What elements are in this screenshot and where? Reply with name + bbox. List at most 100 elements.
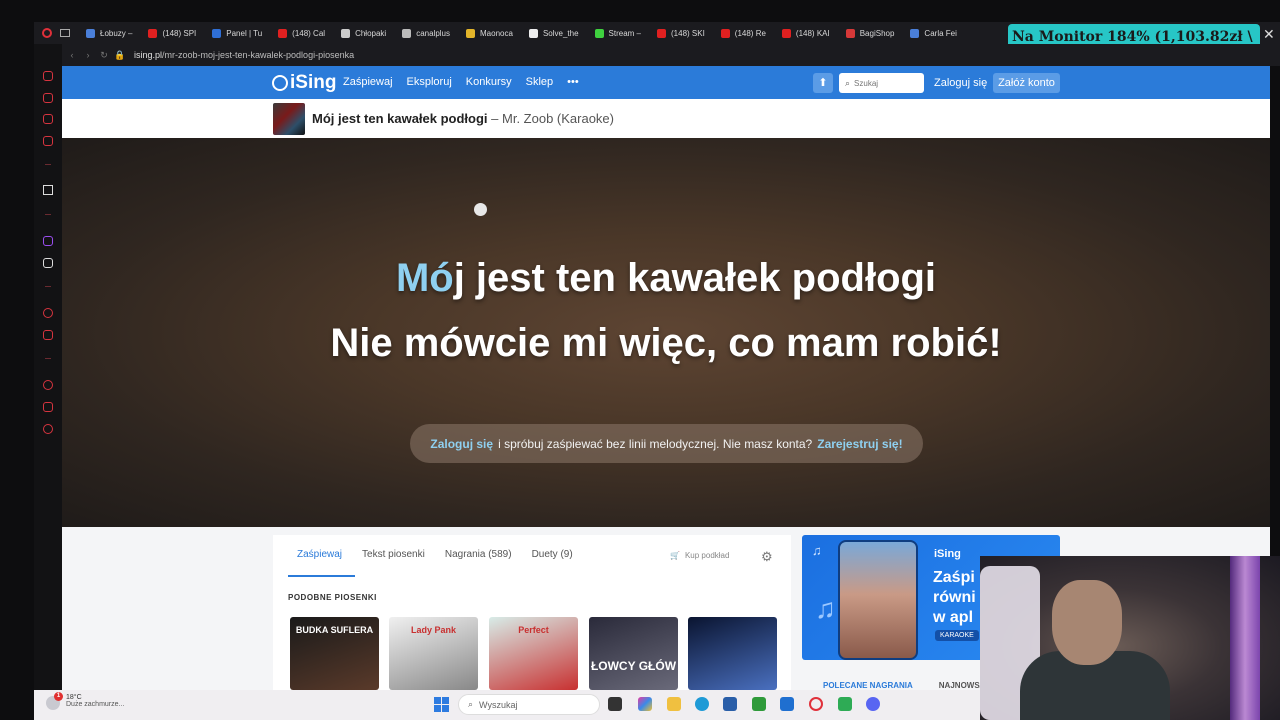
weather-icon: 1 (46, 692, 63, 710)
tab-sing[interactable]: Zaśpiewaj (297, 549, 342, 560)
taskbar-search-label: Wyszukaj (479, 699, 518, 710)
xbox-icon[interactable] (752, 697, 766, 711)
ad-logo: iSing (934, 548, 961, 560)
ad-headline: Zaśpi równi w apl (933, 569, 976, 626)
similar-song-cover[interactable] (688, 617, 777, 690)
nav-shop[interactable]: Sklep (526, 76, 554, 88)
reload-icon[interactable]: ↻ (96, 50, 112, 61)
url-path: /mr-zoob-moj-jest-ten-kawalek-podlogi-pi… (162, 50, 355, 60)
browser-tab[interactable]: (148) KAI (774, 22, 838, 44)
forward-icon[interactable]: › (80, 50, 96, 60)
similar-song-cover[interactable]: BUDKA SUFLERA (290, 617, 379, 690)
tab-recommended[interactable]: POLECANE NAGRANIA (823, 681, 913, 690)
player-icon[interactable] (43, 308, 53, 318)
song-bar (62, 99, 1270, 138)
cover-caption: BUDKA SUFLERA (295, 625, 374, 635)
messenger-icon[interactable] (43, 114, 53, 124)
nav-sing[interactable]: Zaśpiewaj (343, 76, 393, 88)
back-icon[interactable]: ‹ (64, 50, 80, 60)
wallet-icon[interactable] (43, 330, 53, 340)
url-host: ising.pl (134, 50, 163, 60)
tab-label: (148) Cal (292, 28, 326, 38)
store-icon[interactable] (723, 697, 737, 711)
browser-tab[interactable]: Łobuzy – (78, 22, 140, 44)
app-icon[interactable] (838, 697, 852, 711)
tab-favicon-icon (720, 28, 730, 38)
browser-tab[interactable]: (148) SPI (140, 22, 204, 44)
browser-tab[interactable]: Panel | Tu (204, 22, 270, 44)
tab-label: Panel | Tu (226, 28, 263, 38)
twitch-icon[interactable] (43, 236, 53, 246)
upload-icon[interactable]: ⬆ (813, 73, 833, 93)
search-input[interactable] (854, 78, 915, 88)
tab-lyrics[interactable]: Tekst piosenki (362, 549, 425, 560)
browser-tab[interactable]: (148) Re (713, 22, 774, 44)
similar-song-cover[interactable]: Lady Pank (389, 617, 478, 690)
tab-newest[interactable]: NAJNOWSZ (939, 681, 985, 690)
copilot-icon[interactable] (638, 697, 652, 711)
tab-favicon-icon (341, 28, 351, 38)
notification-badge: 1 (54, 692, 63, 701)
taskbar-search[interactable]: ⌕ Wyszukaj (458, 694, 600, 715)
gear-icon[interactable]: ⚙ (761, 549, 773, 565)
browser-tab[interactable]: Carla Fei (902, 22, 964, 44)
ising-logo[interactable]: iSing (272, 70, 336, 96)
nav-contests[interactable]: Konkursy (466, 76, 512, 88)
history-icon[interactable] (43, 71, 53, 81)
nav-explore[interactable]: Eksploruj (407, 76, 452, 88)
more-menu-icon[interactable]: ••• (567, 76, 579, 88)
login-link[interactable]: Zaloguj się (934, 77, 987, 89)
album-cover (273, 103, 305, 135)
search-box[interactable]: ⌕ (839, 73, 924, 93)
tab-label: Carla Fei (924, 28, 957, 38)
buy-track-label: Kup podkład (684, 551, 730, 560)
cover-caption: Perfect (518, 625, 549, 635)
buy-track-link[interactable]: 🛒 Kup podkład (670, 551, 729, 560)
lyric-line-next: Nie mówcie mi więc, co mam robić! (330, 321, 1002, 365)
opera-menu-icon[interactable] (34, 28, 78, 38)
browser-tab[interactable]: Chłopaki (333, 22, 394, 44)
x-icon[interactable] (43, 258, 53, 268)
tab-recordings[interactable]: Nagrania (589) (445, 549, 512, 560)
prompt-text: i spróbuj zaśpiewać bez linii melodyczne… (498, 436, 813, 451)
task-view-icon[interactable] (608, 697, 622, 711)
bag-icon[interactable] (43, 93, 53, 103)
aria-icon[interactable] (43, 185, 53, 195)
windows-start-icon[interactable] (434, 697, 449, 712)
tab-favicon-icon (528, 28, 538, 38)
browser-tab[interactable]: Maonoca (458, 22, 521, 44)
edge-icon[interactable] (695, 697, 709, 711)
similar-song-cover[interactable]: ŁOWCY GŁÓW (589, 617, 678, 690)
extensions-icon[interactable] (43, 402, 53, 412)
browser-tab[interactable]: Stream – (587, 22, 649, 44)
browser-tab[interactable]: BagiShop (838, 22, 903, 44)
close-icon[interactable]: ✕ (1263, 26, 1275, 43)
discord-icon[interactable] (866, 697, 880, 711)
chat-icon[interactable] (43, 136, 53, 146)
tab-label: (148) Re (734, 28, 766, 38)
tab-favicon-icon (278, 28, 288, 38)
clock-icon[interactable] (43, 380, 53, 390)
tab-duets[interactable]: Duety (9) (532, 549, 573, 560)
url-field[interactable]: ising.pl/mr-zoob-moj-jest-ten-kawalek-po… (134, 50, 354, 60)
register-button[interactable]: Załóż konto (993, 73, 1060, 93)
tab-favicon-icon (212, 28, 222, 38)
browser-tab[interactable]: Solve_the (521, 22, 587, 44)
prompt-register-link[interactable]: Zarejestruj się! (817, 437, 902, 451)
sidebar-divider (45, 286, 51, 287)
music-note-icon: ♫ (812, 543, 822, 558)
settings-icon[interactable] (43, 424, 53, 434)
weather-widget[interactable]: 1 18°C Duże zachmurze... (46, 692, 124, 710)
weather-temp: 18°C (66, 694, 82, 701)
tab-label: Łobuzy – (100, 28, 133, 38)
vscode-icon[interactable] (780, 697, 794, 711)
browser-tab[interactable]: (148) SKI (649, 22, 713, 44)
file-explorer-icon[interactable] (667, 697, 681, 711)
similar-song-cover[interactable]: Perfect (489, 617, 578, 690)
prompt-login-link[interactable]: Zaloguj się (430, 437, 493, 451)
opera-icon[interactable] (809, 697, 823, 711)
cover-caption: Lady Pank (410, 625, 457, 635)
browser-tab[interactable]: (148) Cal (270, 22, 333, 44)
browser-tab[interactable]: canalplus (394, 22, 458, 44)
song-title: Mój jest ten kawałek podłogi (312, 111, 488, 126)
